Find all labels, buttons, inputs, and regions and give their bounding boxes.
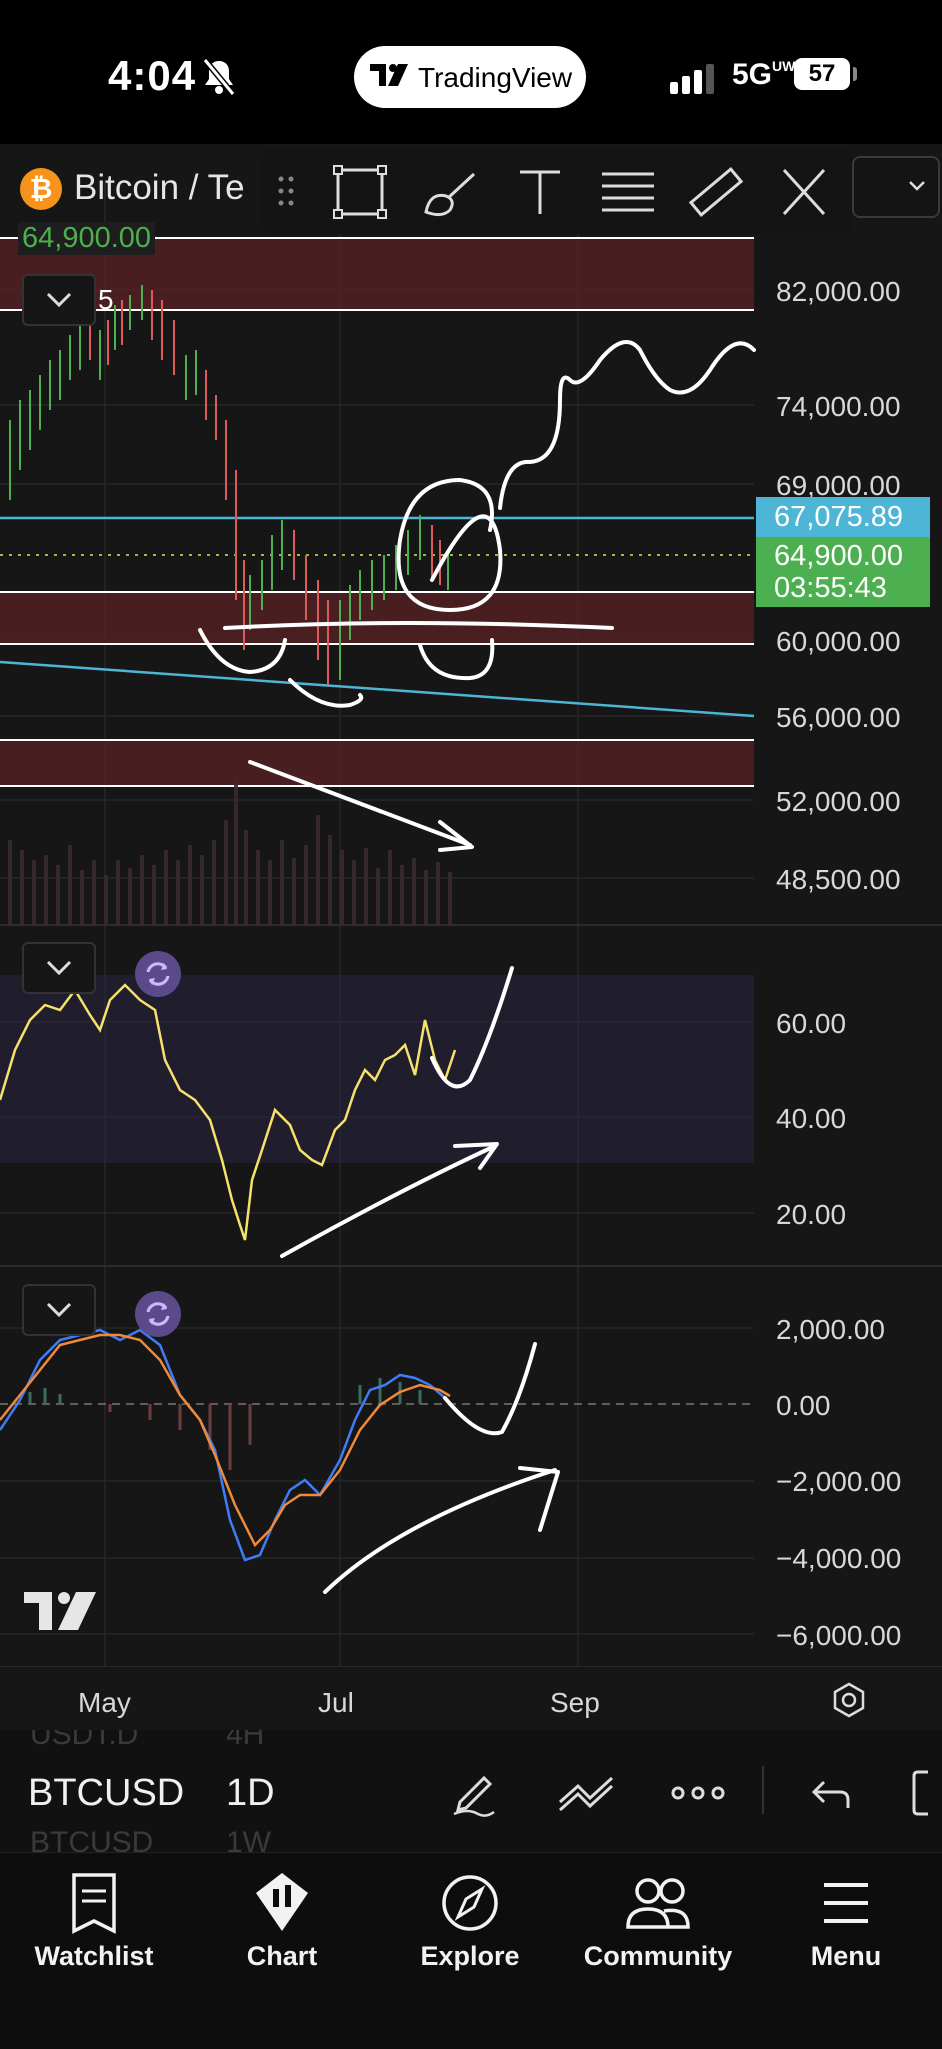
rsi-axis-label: 40.00	[776, 1103, 847, 1134]
macd-axis-label: 2,000.00	[776, 1314, 885, 1345]
price-axis-label: 56,000.00	[776, 702, 901, 733]
macd-axis-label: −2,000.00	[776, 1466, 902, 1497]
battery-indicator: 57	[794, 58, 850, 90]
fullscreen-icon[interactable]	[912, 1768, 942, 1818]
brush-tool-icon[interactable]	[420, 162, 480, 222]
chart-canvas[interactable]	[0, 144, 942, 1666]
chart-area[interactable]: 5	[0, 144, 942, 1666]
tradingview-logo-icon	[370, 64, 408, 86]
rsi-band	[0, 975, 754, 1163]
trend-line[interactable]	[0, 660, 755, 718]
indicator-count: 5	[98, 284, 114, 315]
price-axis-label: 74,000.00	[776, 391, 901, 422]
time-axis[interactable]: May Jul Sep	[0, 1666, 942, 1731]
support-zone-lower[interactable]	[0, 740, 754, 786]
rectangle-tool-icon[interactable]	[330, 162, 390, 222]
price-axis-label: 82,000.00	[776, 276, 901, 307]
current-price: 64,900.00	[774, 540, 904, 572]
rsi-axis-label: 60.00	[776, 1008, 847, 1039]
time-axis-label: May	[78, 1687, 131, 1718]
close-toolbar-icon[interactable]	[774, 162, 834, 222]
tab-watchlist[interactable]: Watchlist	[0, 1853, 188, 2049]
timeframe-dropdown[interactable]	[852, 156, 940, 218]
tradingview-pill[interactable]: TradingView	[354, 46, 586, 108]
macd-axis-label: −6,000.00	[776, 1620, 902, 1651]
pen-draw-icon[interactable]	[448, 1768, 498, 1818]
macd-axis-label: −4,000.00	[776, 1543, 902, 1574]
text-tool-icon[interactable]	[510, 162, 570, 222]
signal-line	[0, 1333, 451, 1548]
tab-explore[interactable]: Explore	[376, 1853, 564, 2049]
tab-label: Community	[583, 1941, 733, 1971]
menu-icon	[824, 1883, 868, 1923]
tab-label: Explore	[420, 1941, 520, 1971]
support-zone[interactable]	[0, 592, 754, 644]
tab-chart[interactable]: Chart	[188, 1853, 376, 2049]
drawing-toolbar	[262, 148, 852, 234]
bar-countdown: 03:55:43	[774, 572, 887, 604]
prev-interval-ghost: 4H	[226, 1730, 265, 1751]
chevron-down-icon	[909, 181, 925, 191]
refresh-icon[interactable]	[134, 1290, 182, 1338]
price-axis-label: 52,000.00	[776, 786, 901, 817]
tab-community[interactable]: Community	[564, 1853, 752, 2049]
last-price-label: 64,900.00	[18, 222, 156, 255]
drag-handle-icon[interactable]	[276, 174, 296, 208]
battery-tip	[853, 67, 857, 81]
prev-symbol-ghost: USDT.D	[30, 1730, 139, 1751]
chevron-down-icon	[46, 1302, 72, 1318]
bell-muted-icon	[202, 58, 236, 96]
macd-line	[0, 1328, 446, 1562]
rsi-axis-label: 20.00	[776, 1199, 847, 1230]
chart-toolbar: USDT.D 4H BTCUSD 1D BTCUSD 1W	[0, 1730, 942, 1852]
horizontal-levels[interactable]	[0, 237, 754, 787]
next-interval-ghost: 1W	[226, 1826, 271, 1852]
level-price-tag: 67,075.89	[756, 497, 930, 537]
chart-icon	[256, 1873, 308, 1931]
bitcoin-icon: ₿	[20, 168, 62, 210]
tab-label: Watchlist	[34, 1941, 154, 1971]
fib-tool-icon[interactable]	[598, 162, 658, 222]
volume-bars	[8, 780, 452, 925]
price-axis-label: 48,500.00	[776, 864, 901, 895]
symbol-title: Bitcoin / Te	[74, 168, 245, 207]
trend-lines-icon[interactable]	[556, 1768, 616, 1818]
macd-histogram	[28, 1378, 422, 1470]
clock: 4:04	[108, 52, 197, 99]
tab-label: Menu	[810, 1941, 882, 1971]
tradingview-watermark-icon	[24, 1592, 96, 1630]
macd-axis-label: 0.00	[776, 1390, 831, 1421]
settings-hexagon-icon[interactable]	[830, 1681, 868, 1719]
time-axis-label: Sep	[550, 1687, 600, 1718]
undo-icon[interactable]	[806, 1768, 856, 1818]
interval-selector[interactable]: 1D	[226, 1772, 275, 1815]
app-name: TradingView	[418, 62, 573, 93]
tab-label: Chart	[246, 1941, 318, 1971]
chevron-down-icon	[46, 960, 72, 976]
toolbar-divider	[762, 1766, 764, 1814]
price-axis-label: 60,000.00	[776, 626, 901, 657]
compass-icon	[442, 1875, 498, 1931]
macd-pane-collapse[interactable]	[22, 1284, 96, 1336]
cellular-signal-icon	[670, 64, 714, 94]
refresh-icon[interactable]	[134, 950, 182, 998]
time-axis-label: Jul	[318, 1687, 354, 1718]
chevron-down-icon	[46, 292, 72, 308]
more-icon[interactable]	[668, 1768, 728, 1818]
current-price-tag: 64,900.00 03:55:43	[756, 537, 930, 607]
tab-menu[interactable]: Menu	[752, 1853, 940, 2049]
status-bar: 4:04 TradingView 5GUW 57	[0, 0, 942, 144]
ruler-tool-icon[interactable]	[686, 162, 746, 222]
watchlist-icon	[72, 1873, 116, 1934]
symbol-selector[interactable]: BTCUSD	[28, 1772, 184, 1815]
tab-bar: Watchlist Chart Explore Community Menu	[0, 1852, 942, 2049]
network-type: 5GUW	[732, 58, 796, 91]
community-icon	[626, 1878, 690, 1929]
main-pane-collapse[interactable]: 5	[22, 274, 114, 326]
rsi-pane-collapse[interactable]	[22, 942, 96, 994]
next-symbol-ghost: BTCUSD	[30, 1826, 154, 1852]
